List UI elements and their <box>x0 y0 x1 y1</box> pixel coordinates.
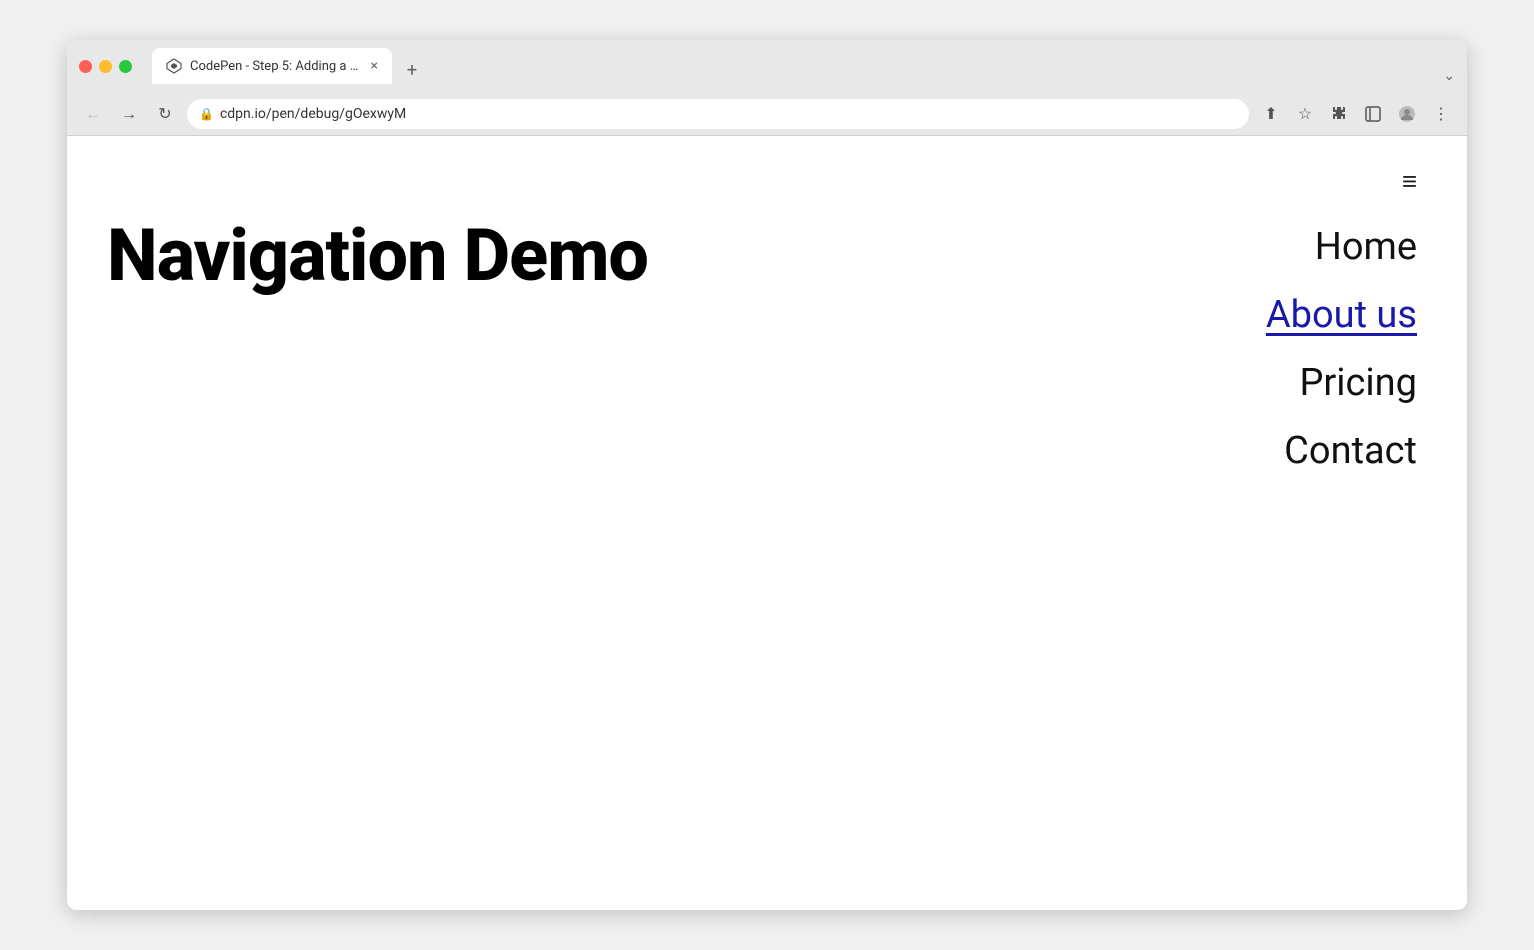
traffic-lights <box>79 60 132 73</box>
hamburger-icon[interactable]: ≡ <box>1402 166 1417 197</box>
lock-icon: 🔒 <box>199 107 214 121</box>
navigation-sidebar: ≡ Home About us Pricing Contact <box>1266 166 1417 485</box>
address-bar[interactable]: 🔒 cdpn.io/pen/debug/gOexwyM <box>187 99 1249 129</box>
url-text: cdpn.io/pen/debug/gOexwyM <box>220 106 1237 122</box>
tab-bar: CodePen - Step 5: Adding a bu × + ⌄ <box>152 48 1455 84</box>
page-title: Navigation Demo <box>107 216 648 295</box>
profile-icon <box>1398 105 1416 123</box>
traffic-light-red[interactable] <box>79 60 92 73</box>
tab-favicon-icon <box>166 58 182 74</box>
toolbar-icons: ⬆ ☆ ⋮ <box>1257 100 1455 128</box>
tab-close-button[interactable]: × <box>371 58 378 74</box>
reload-button[interactable]: ↻ <box>151 100 179 128</box>
nav-item-contact[interactable]: Contact <box>1266 417 1417 485</box>
traffic-light-green[interactable] <box>119 60 132 73</box>
sidebar-toggle-button[interactable] <box>1359 100 1387 128</box>
nav-item-home[interactable]: Home <box>1266 213 1417 281</box>
active-tab[interactable]: CodePen - Step 5: Adding a bu × <box>152 48 392 84</box>
profile-button[interactable] <box>1393 100 1421 128</box>
forward-button[interactable]: → <box>115 100 143 128</box>
browser-window: CodePen - Step 5: Adding a bu × + ⌄ ← → … <box>67 40 1467 910</box>
back-button[interactable]: ← <box>79 100 107 128</box>
nav-item-about[interactable]: About us <box>1266 281 1417 349</box>
tab-chevron-icon[interactable]: ⌄ <box>1443 68 1455 84</box>
address-bar-row: ← → ↻ 🔒 cdpn.io/pen/debug/gOexwyM ⬆ ☆ <box>67 92 1467 136</box>
nav-item-pricing[interactable]: Pricing <box>1266 349 1417 417</box>
tab-title: CodePen - Step 5: Adding a bu <box>190 59 363 74</box>
new-tab-button[interactable]: + <box>398 56 426 84</box>
title-bar: CodePen - Step 5: Adding a bu × + ⌄ <box>67 40 1467 92</box>
page-content: Navigation Demo ≡ Home About us Pricing … <box>67 136 1467 910</box>
extensions-button[interactable] <box>1325 100 1353 128</box>
more-button[interactable]: ⋮ <box>1427 100 1455 128</box>
traffic-light-yellow[interactable] <box>99 60 112 73</box>
bookmark-button[interactable]: ☆ <box>1291 100 1319 128</box>
sidebar-icon <box>1364 105 1382 123</box>
extensions-icon <box>1330 105 1348 123</box>
share-button[interactable]: ⬆ <box>1257 100 1285 128</box>
